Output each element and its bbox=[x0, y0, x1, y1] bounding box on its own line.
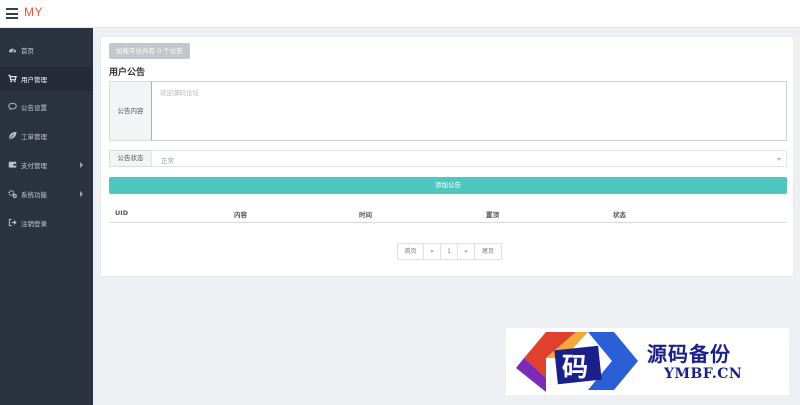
watermark-logo-char: 码 bbox=[562, 353, 588, 383]
sidebar-item-label: 工单管理 bbox=[21, 133, 47, 141]
notice-count-badge: 加载平台共有 0 个公告 bbox=[109, 43, 190, 59]
pagination-prev-link[interactable]: « bbox=[424, 244, 441, 259]
cart-icon bbox=[8, 74, 17, 83]
sidebar-item-users[interactable]: 用户管理 bbox=[0, 67, 93, 91]
sidebar-item-label: 首页 bbox=[21, 47, 34, 55]
sidebar-item-label: 公告设置 bbox=[21, 104, 47, 112]
table-header: UID 内容 时间 置顶 状态 bbox=[109, 205, 787, 223]
pagination-page-link[interactable]: 1 bbox=[441, 244, 458, 259]
leaf-icon bbox=[8, 131, 17, 140]
column-header-uid[interactable]: UID bbox=[115, 209, 128, 217]
cogs-icon bbox=[8, 189, 17, 198]
sidebar-item-logout[interactable]: 注销登录 bbox=[0, 211, 93, 235]
page-title: 用户公告 bbox=[109, 68, 146, 78]
chevron-right-icon bbox=[80, 191, 83, 197]
sidebar-item-system[interactable]: 系统功能 bbox=[0, 182, 93, 206]
watermark-arrow-graphic: 码 bbox=[516, 332, 638, 392]
sign-out-icon bbox=[8, 218, 17, 227]
chevron-right-icon bbox=[80, 162, 83, 168]
watermark-logo: 码 源码备份 YMBF.CN bbox=[506, 328, 789, 395]
pagination: 首页 « 1 » 尾页 bbox=[397, 243, 502, 260]
pagination-last-link[interactable]: 尾页 bbox=[475, 244, 501, 259]
sidebar-item-payments[interactable]: 支付管理 bbox=[0, 153, 93, 177]
column-header-content[interactable]: 内容 bbox=[234, 209, 247, 219]
pagination-next-link[interactable]: » bbox=[458, 244, 475, 259]
sidebar: 首页 用户管理 公告设置 工单管理 支付管理 系统功能 注销登录 bbox=[0, 28, 93, 405]
sidebar-item-home[interactable]: 首页 bbox=[0, 38, 93, 62]
notice-status-select[interactable]: 正常 bbox=[151, 150, 787, 167]
content-label: 公告内容 bbox=[109, 81, 152, 141]
sidebar-item-label: 支付管理 bbox=[21, 162, 47, 170]
app-brand[interactable]: MY bbox=[24, 5, 43, 19]
sidebar-item-tickets[interactable]: 工单管理 bbox=[0, 124, 93, 148]
top-bar: MY bbox=[0, 0, 800, 28]
pagination-first-link[interactable]: 首页 bbox=[398, 244, 424, 259]
notice-content-textarea[interactable] bbox=[151, 81, 787, 141]
sidebar-item-label: 注销登录 bbox=[21, 220, 47, 228]
notice-panel: 加载平台共有 0 个公告 用户公告 公告内容 公告状态 正常 添加公告 UID … bbox=[100, 36, 794, 277]
hamburger-menu-icon[interactable] bbox=[6, 8, 18, 19]
column-header-status[interactable]: 状态 bbox=[613, 209, 626, 219]
wallet-icon bbox=[8, 161, 17, 168]
add-notice-button[interactable]: 添加公告 bbox=[109, 177, 787, 194]
watermark-subtitle: YMBF.CN bbox=[664, 366, 743, 382]
status-label: 公告状态 bbox=[109, 150, 152, 167]
watermark-title: 源码备份 bbox=[647, 342, 731, 366]
comment-icon bbox=[8, 102, 17, 111]
status-selected-value: 正常 bbox=[161, 157, 174, 165]
sidebar-item-label: 用户管理 bbox=[21, 76, 47, 84]
chevron-down-icon bbox=[777, 158, 781, 161]
sidebar-item-label: 系统功能 bbox=[21, 191, 47, 199]
column-header-pinned[interactable]: 置顶 bbox=[486, 209, 499, 219]
dashboard-icon bbox=[8, 48, 17, 53]
sidebar-item-notice-settings[interactable]: 公告设置 bbox=[0, 95, 93, 119]
column-header-time[interactable]: 时间 bbox=[359, 209, 372, 219]
